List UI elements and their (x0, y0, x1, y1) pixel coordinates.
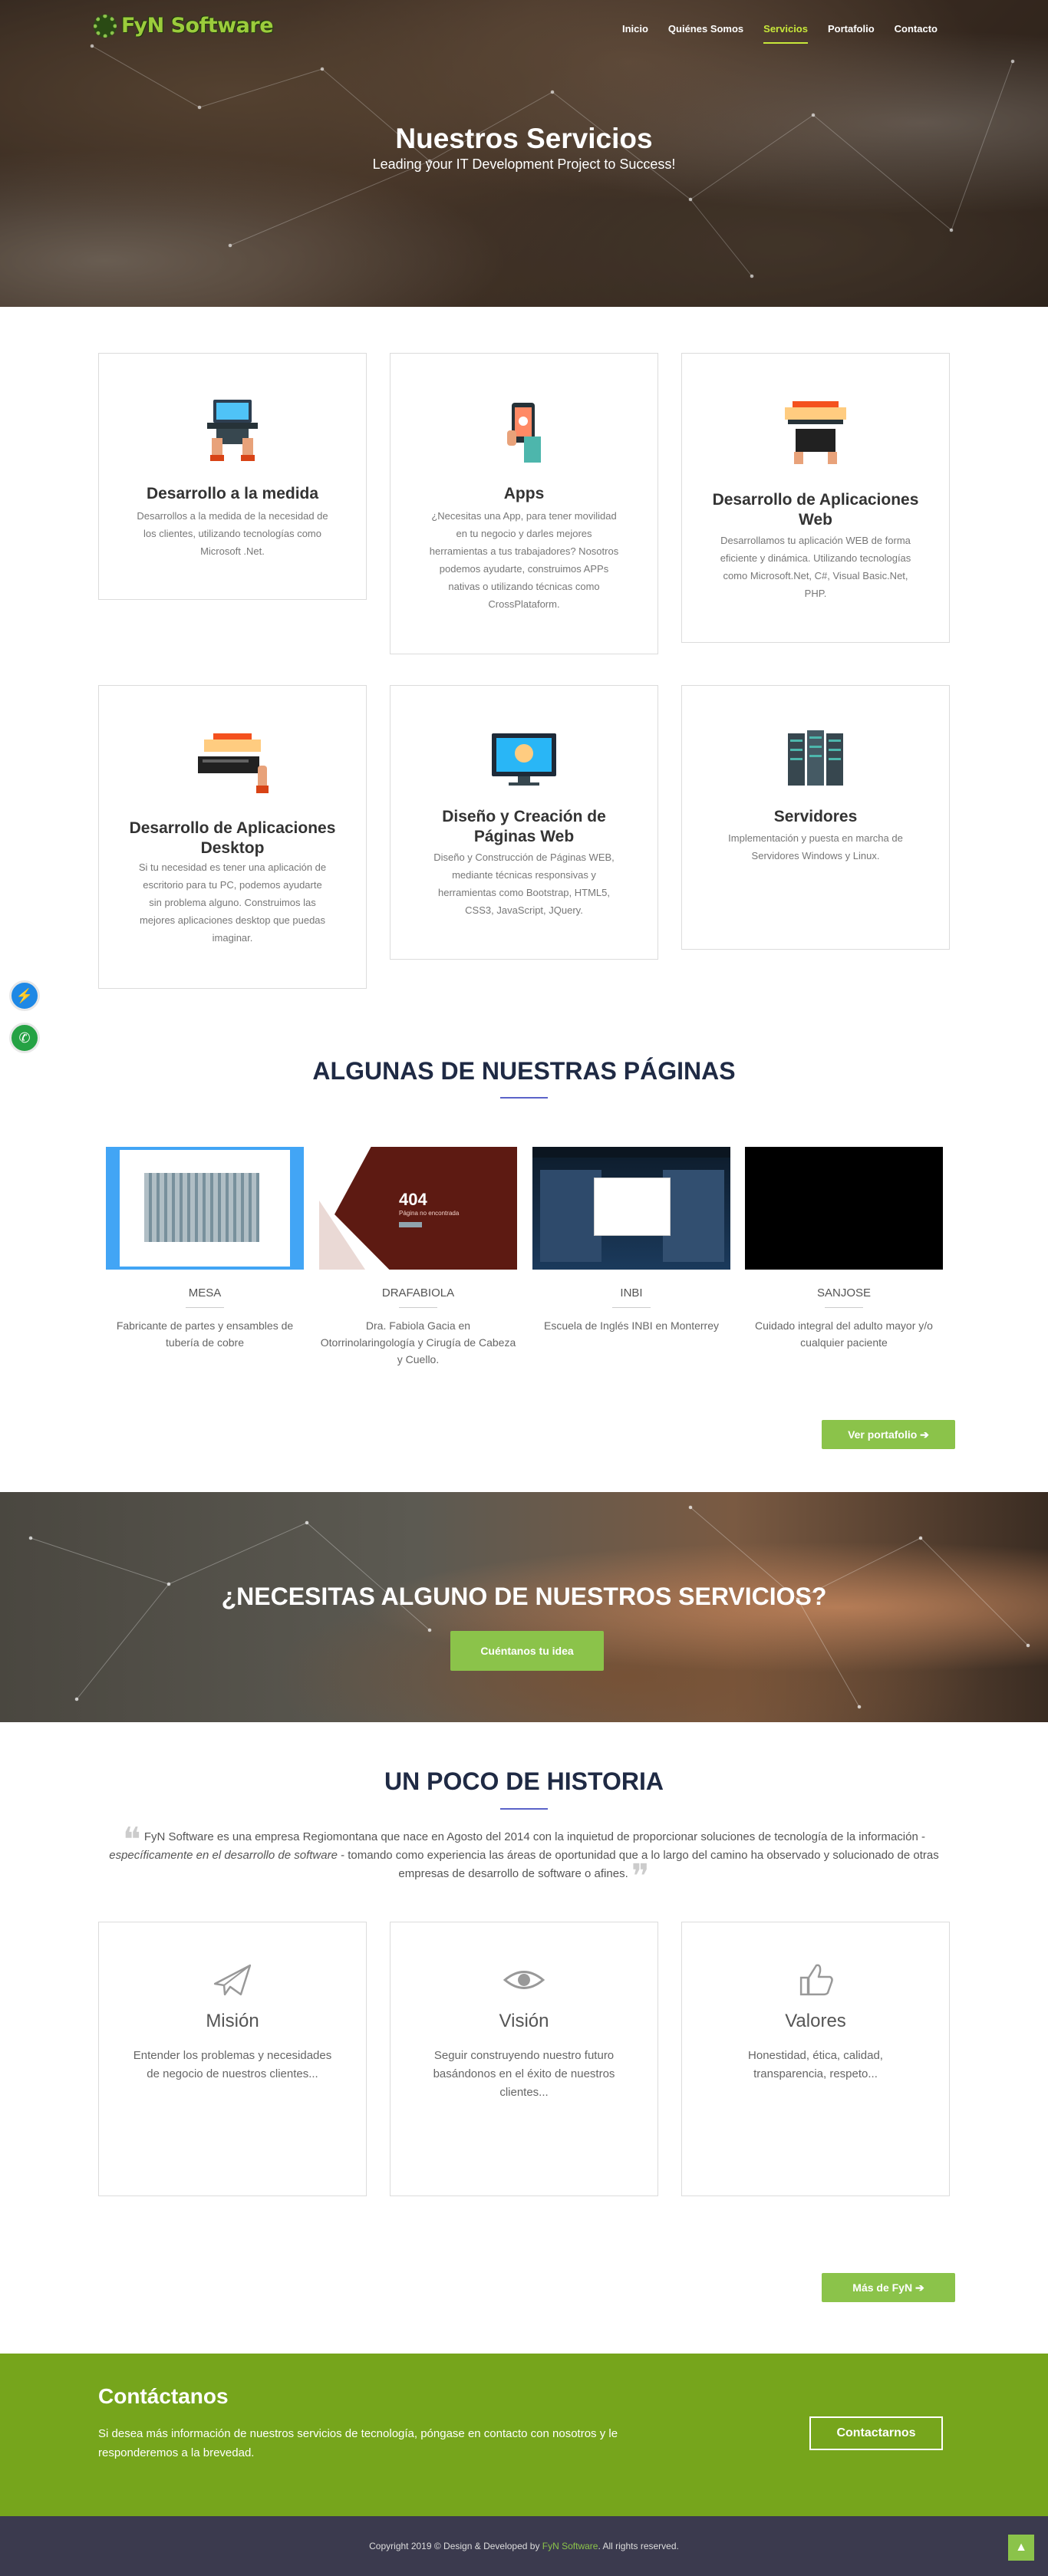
page-thumbnail[interactable]: 404 Página no encontrada (319, 1147, 517, 1270)
thumb-404-subtext: Página no encontrada (399, 1210, 460, 1217)
eye-icon (503, 1971, 545, 1989)
service-text: Si tu necesidad es tener una aplicación … (138, 861, 327, 944)
web-developer-icon (785, 401, 846, 464)
service-text: ¿Necesitas una App, para tener movilidad… (429, 510, 619, 610)
contactarnos-button[interactable]: Contactarnos (809, 2416, 943, 2450)
mas-de-fyn-button[interactable]: Más de FyN ➔ (822, 2273, 955, 2302)
laptop-hands-icon (207, 400, 258, 461)
thumbs-up-icon (799, 1964, 833, 1996)
cta-title: ¿NECESITAS ALGUNO DE NUESTROS SERVICIOS? (221, 1583, 827, 1610)
page-divider (186, 1307, 224, 1308)
contact-title: Contáctanos (98, 2384, 229, 2408)
page-thumbnail[interactable] (745, 1147, 943, 1270)
footer-brand-link[interactable]: FyN Software (542, 2541, 598, 2551)
title-divider (500, 1808, 548, 1810)
page-description: Escuela de Inglés INBI en Monterrey (543, 1319, 719, 1332)
page-item-sanjose[interactable]: SANJOSE Cuidado integral del adulto mayo… (745, 1147, 943, 1351)
service-title: Desarrollo de Aplicaciones Web (712, 491, 919, 529)
nav-quienes-somos[interactable]: Quiénes Somos (668, 23, 743, 44)
card-text: Entender los problemas y necesidades de … (133, 2049, 332, 2080)
page-subtitle: Leading your IT Development Project to S… (372, 156, 676, 172)
valores-card: Valores Honestidad, ética, calidad, tran… (681, 1922, 950, 2196)
service-text: Diseño y Construcción de Páginas WEB, me… (433, 852, 615, 916)
service-text: Desarrollos a la medida de la necesidad … (137, 510, 328, 557)
page-title: Nuestros Servicios (395, 123, 653, 154)
page-divider (612, 1307, 651, 1308)
whatsapp-button[interactable]: ✆ (9, 1023, 40, 1053)
service-card-apps: Apps ¿Necesitas una App, para tener movi… (390, 353, 658, 654)
contact-banner: Contáctanos Si desea más información de … (0, 2354, 1048, 2516)
page-item-drafabiola[interactable]: 404 Página no encontrada DRAFABIOLA Dra.… (319, 1147, 517, 1368)
page-divider (399, 1307, 437, 1308)
service-text: Desarrollamos tu aplicación WEB de forma… (720, 535, 911, 599)
copyright-text: Copyright 2019 © Design & Developed by F… (369, 2541, 679, 2551)
history-section-title: UN POCO DE HISTORIA (384, 1767, 664, 1795)
cta-banner: ¿NECESITAS ALGUNO DE NUESTROS SERVICIOS?… (0, 1492, 1048, 1722)
service-card-aplicaciones-desktop: Desarrollo de Aplicaciones Desktop Si tu… (98, 685, 367, 989)
service-title: Servidores (773, 808, 858, 825)
brand-name: FyN Software (121, 14, 274, 38)
chevron-up-icon: ▲ (1015, 2541, 1027, 2554)
page-item-inbi[interactable]: INBI Escuela de Inglés INBI en Monterrey (532, 1147, 730, 1334)
page-description: Cuidado integral del adulto mayor y/o cu… (755, 1319, 933, 1349)
cuentanos-tu-idea-button[interactable]: Cuéntanos tu idea (450, 1631, 604, 1671)
page-divider (825, 1307, 863, 1308)
servers-icon (788, 730, 843, 786)
whatsapp-icon: ✆ (18, 1029, 31, 1046)
vision-card: Visión Seguir construyendo nuestro futur… (390, 1922, 658, 2196)
thumb-404-text: 404 (399, 1190, 427, 1209)
title-divider (500, 1097, 548, 1099)
nav-contacto[interactable]: Contacto (895, 23, 938, 44)
smartphone-icon (507, 403, 541, 463)
card-text: Honestidad, ética, calidad, transparenci… (748, 2049, 883, 2080)
desktop-app-icon (198, 733, 269, 793)
pages-section-title: ALGUNAS DE NUESTRAS PÁGINAS (312, 1057, 736, 1085)
nav-servicios[interactable]: Servicios (763, 23, 808, 44)
page-description: Dra. Fabiola Gacia en Otorrinolaringolog… (320, 1319, 516, 1365)
footer: Copyright 2019 © Design & Developed by F… (0, 2516, 1048, 2576)
card-text: Seguir construyendo nuestro futuro basán… (433, 2049, 615, 2099)
messenger-icon: ⚡ (15, 987, 34, 1003)
service-title: Desarrollo de Aplicaciones Desktop (129, 819, 336, 857)
page-item-mesa[interactable]: MESA Fabricante de partes y ensambles de… (106, 1147, 304, 1351)
mision-card: Misión Entender los problemas y necesida… (98, 1922, 367, 2196)
card-title: Misión (206, 2011, 259, 2031)
page-name: MESA (188, 1286, 222, 1300)
service-title: Apps (503, 485, 545, 502)
page-description: Fabricante de partes y ensambles de tube… (116, 1319, 294, 1349)
ver-portafolio-button[interactable]: Ver portafolio ➔ (822, 1420, 955, 1449)
history-paragraph: ❝ FyN Software es una empresa Regiomonta… (109, 1820, 939, 1896)
nav-portafolio[interactable]: Portafolio (828, 23, 875, 44)
page-name: DRAFABIOLA (381, 1286, 455, 1300)
page-thumbnail[interactable] (106, 1147, 304, 1270)
scroll-to-top-button[interactable]: ▲ (1008, 2535, 1034, 2561)
main-nav: Inicio Quiénes Somos Servicios Portafoli… (622, 23, 938, 44)
service-card-servidores: Servidores Implementación y puesta en ma… (681, 685, 950, 950)
nav-inicio[interactable]: Inicio (622, 23, 648, 44)
card-title: Visión (499, 2011, 549, 2031)
service-title: Desarrollo a la medida (146, 485, 319, 502)
page-name: INBI (620, 1286, 643, 1300)
messenger-button[interactable]: ⚡ (9, 980, 40, 1011)
gear-icon (94, 14, 117, 38)
page-name: SANJOSE (816, 1286, 872, 1300)
card-title: Valores (785, 2011, 846, 2031)
monitor-icon (492, 733, 556, 786)
service-card-paginas-web: Diseño y Creación de Páginas Web Diseño … (390, 685, 658, 960)
service-text: Implementación y puesta en marcha de Ser… (728, 832, 903, 861)
page-thumbnail[interactable] (532, 1147, 730, 1270)
service-card-desarrollo-medida: Desarrollo a la medida Desarrollos a la … (98, 353, 367, 600)
paper-plane-icon (213, 1964, 252, 1996)
close-quote-icon: ❞ (631, 1857, 650, 1896)
service-title: Diseño y Creación de Páginas Web (442, 808, 606, 845)
contact-text: Si desea más información de nuestros ser… (98, 2427, 618, 2459)
service-card-aplicaciones-web: Desarrollo de Aplicaciones Web Desarroll… (681, 353, 950, 643)
hero-banner: FyN Software Inicio Quiénes Somos Servic… (0, 0, 1048, 307)
brand-logo[interactable]: FyN Software (94, 14, 274, 38)
